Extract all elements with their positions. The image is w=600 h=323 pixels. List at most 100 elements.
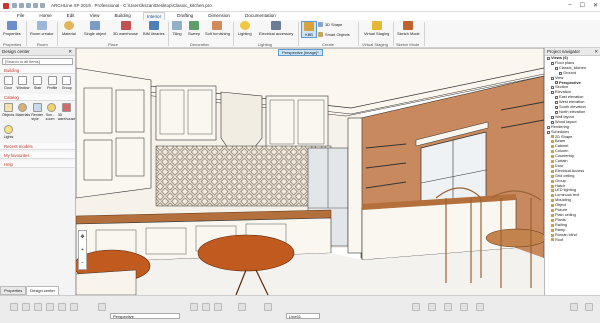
tab-interior[interactable]: Interior [142,12,166,20]
tab-edit[interactable]: Edit [64,12,78,20]
room-creator-button[interactable]: Room creator [30,21,54,36]
close-icon[interactable]: ✕ [594,48,598,56]
3d-warehouse-button[interactable]: 3D warehouse [113,21,138,36]
linetype-icon[interactable] [202,303,210,311]
help-header[interactable]: Help [0,161,75,168]
schedule-icon[interactable] [551,223,554,227]
zoom-in-icon[interactable]: + [81,247,84,253]
schedule-icon[interactable] [551,150,554,154]
tab-home[interactable]: Home [36,12,54,20]
group-item[interactable]: Group [60,76,73,90]
open-file-icon[interactable] [19,3,24,8]
checkbox-icon[interactable] [555,101,558,105]
checkbox-icon[interactable] [555,106,558,110]
render-icon[interactable] [428,303,436,311]
osnap-icon[interactable] [46,303,54,311]
checkbox-icon[interactable] [555,96,558,100]
lineweight-icon[interactable] [214,303,222,311]
schedule-icon[interactable] [551,145,554,149]
maximize-icon[interactable]: ☐ [580,2,585,9]
tab-design-center[interactable]: Design center [26,286,59,295]
navigation-control[interactable]: ✥ + − [78,230,87,270]
bim-libraries-button[interactable]: BIM libraries [143,21,165,36]
search-input[interactable]: [Search in all items] [2,58,73,65]
new-file-icon[interactable] [12,3,17,8]
checkbox-icon[interactable] [551,76,554,80]
checkbox-icon[interactable] [547,125,550,129]
schedule-icon[interactable] [551,233,554,237]
render-style-item[interactable]: Render style [31,103,43,121]
schedule-icon[interactable] [551,209,554,213]
minimize-icon[interactable]: – [568,2,571,9]
ortho-icon[interactable] [34,303,42,311]
tab-file[interactable]: File [14,12,27,20]
3d-shape-button[interactable]: 3D Shape [318,22,342,27]
tab-documentation[interactable]: Documentation [242,12,279,20]
schedule-icon[interactable] [551,135,554,139]
sun-zoom-item[interactable]: Sun - zoom [46,103,58,121]
schedule-icon[interactable] [551,164,554,168]
tab-view[interactable]: View [87,12,103,20]
material-button[interactable]: Material [62,21,76,36]
schedule-icon[interactable] [551,199,554,203]
perspective-viewport[interactable]: Perspective [image]* ✥ + − [76,48,544,295]
checkbox-icon[interactable] [551,91,554,95]
lights-item[interactable]: Lights [2,125,15,139]
tab-dimension[interactable]: Dimension [205,12,233,20]
tab-building[interactable]: Building [111,12,133,20]
settings-icon[interactable] [570,303,578,311]
schedule-icon[interactable] [551,238,554,242]
help-icon[interactable] [585,303,593,311]
pen-icon[interactable] [70,303,78,311]
layer-icon[interactable] [58,303,66,311]
checkbox-icon[interactable] [547,56,550,60]
schedule-icon[interactable] [551,159,554,163]
tab-properties[interactable]: Properties [0,286,27,295]
schedule-icon[interactable] [551,194,554,198]
close-icon[interactable]: ✕ [68,48,72,56]
sweep-button[interactable]: Sweep [188,21,200,36]
stair-item[interactable]: Stair [31,76,44,90]
lighting-button[interactable]: Lighting [238,21,252,36]
profile-item[interactable]: Profile [46,76,59,90]
checkbox-icon[interactable] [551,115,554,119]
door-item[interactable]: Door [2,76,15,90]
fill-icon[interactable] [238,303,246,311]
zoom-out-icon[interactable]: − [81,260,84,266]
color-icon[interactable] [190,303,198,311]
layer-field[interactable]: Line01 [286,313,320,319]
brush-icon[interactable] [264,303,272,311]
recent-models-header[interactable]: Recent models [0,143,75,150]
orbit-icon[interactable] [460,303,468,311]
undo-icon[interactable] [33,3,38,8]
sketch-mode-button[interactable]: Sketch Mode [397,21,420,36]
single-object-button[interactable]: Single object [84,21,106,36]
camera-icon[interactable] [476,303,484,311]
kbb-button[interactable]: KBB [301,21,317,38]
window-item[interactable]: Window [17,76,29,90]
schedule-icon[interactable] [551,213,554,217]
schedule-icon[interactable] [551,174,554,178]
materials-item[interactable]: Materials [16,103,30,121]
schedule-icon[interactable] [551,155,554,159]
electrical-accessory-button[interactable]: Electrical accessory [259,21,293,36]
schedule-icon[interactable] [551,184,554,188]
catalog-section-header[interactable]: Catalog [0,94,75,101]
schedule-icon[interactable] [551,169,554,173]
virtual-staging-button[interactable]: Virtual Staging [364,21,389,36]
snap-icon[interactable] [10,303,18,311]
properties-button[interactable]: Properties [3,21,21,36]
viewport-label[interactable]: Perspective [image]* [278,49,323,56]
smart-objects-button[interactable]: Smart Objects [318,32,350,37]
schedule-icon[interactable] [551,218,554,222]
objects-item[interactable]: Objects [2,103,14,121]
save-icon[interactable] [26,3,31,8]
navigator-item[interactable]: Roof [547,237,600,243]
view-icon[interactable] [98,303,106,311]
tab-drafting[interactable]: Drafting [174,12,196,20]
schedule-icon[interactable] [551,228,554,232]
checkbox-icon[interactable] [551,61,554,65]
checkbox-icon[interactable] [551,86,554,90]
walk-icon[interactable] [444,303,452,311]
3d-view-icon[interactable] [412,303,420,311]
